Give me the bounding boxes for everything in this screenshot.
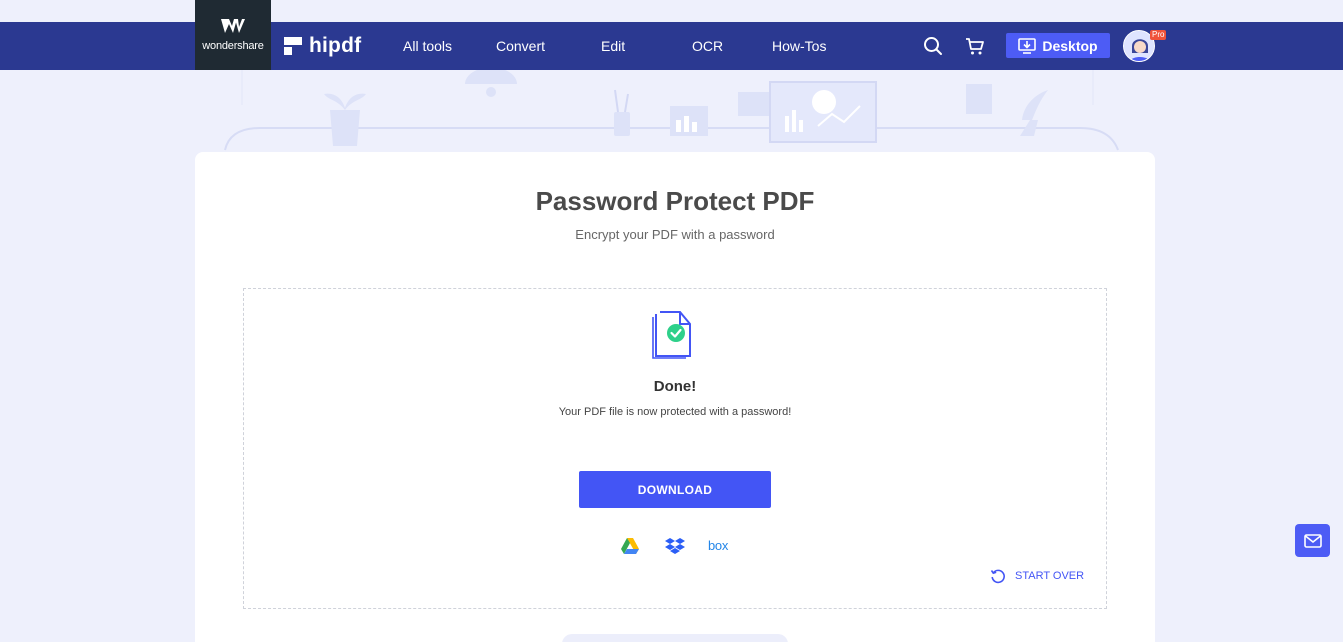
nav-how-tos[interactable]: How-Tos	[772, 22, 826, 70]
start-over-label: START OVER	[1015, 570, 1085, 582]
nav-all-tools[interactable]: All tools	[403, 22, 452, 70]
pro-badge: Pro	[1150, 30, 1167, 40]
nav-edit[interactable]: Edit	[601, 22, 625, 70]
cart-icon[interactable]	[965, 36, 985, 56]
done-title: Done!	[653, 378, 697, 395]
nav-ocr[interactable]: OCR	[692, 22, 723, 70]
bottom-promo-pill[interactable]	[562, 634, 788, 642]
google-drive-icon[interactable]	[620, 537, 640, 555]
feedback-button[interactable]	[1295, 524, 1330, 557]
desktop-button-label: Desktop	[1042, 37, 1098, 54]
desktop-button[interactable]: Desktop	[1006, 33, 1110, 58]
page-title: Password Protect PDF	[535, 186, 815, 216]
mail-icon	[1303, 533, 1322, 548]
wondershare-mark-icon	[221, 19, 245, 33]
done-message: Your PDF file is now protected with a pa…	[558, 406, 792, 418]
restart-icon	[990, 569, 1005, 584]
download-button[interactable]: DOWNLOAD	[579, 471, 771, 508]
wondershare-text: wondershare	[202, 40, 264, 52]
hipdf-logo[interactable]: hipdf	[284, 22, 361, 70]
header-illustration	[224, 70, 1119, 151]
desktop-download-icon	[1018, 37, 1037, 54]
hipdf-name: hipdf	[309, 34, 362, 57]
nav-convert[interactable]: Convert	[496, 22, 545, 70]
file-done-icon	[652, 311, 691, 359]
search-icon[interactable]	[923, 36, 943, 56]
wondershare-logo[interactable]: wondershare	[195, 0, 271, 70]
hipdf-mark-icon	[284, 37, 302, 55]
page-subtitle: Encrypt your PDF with a password	[575, 227, 775, 242]
start-over-button[interactable]: START OVER	[990, 568, 1084, 584]
box-icon[interactable]: box	[708, 538, 728, 553]
dropbox-icon[interactable]	[665, 537, 685, 555]
